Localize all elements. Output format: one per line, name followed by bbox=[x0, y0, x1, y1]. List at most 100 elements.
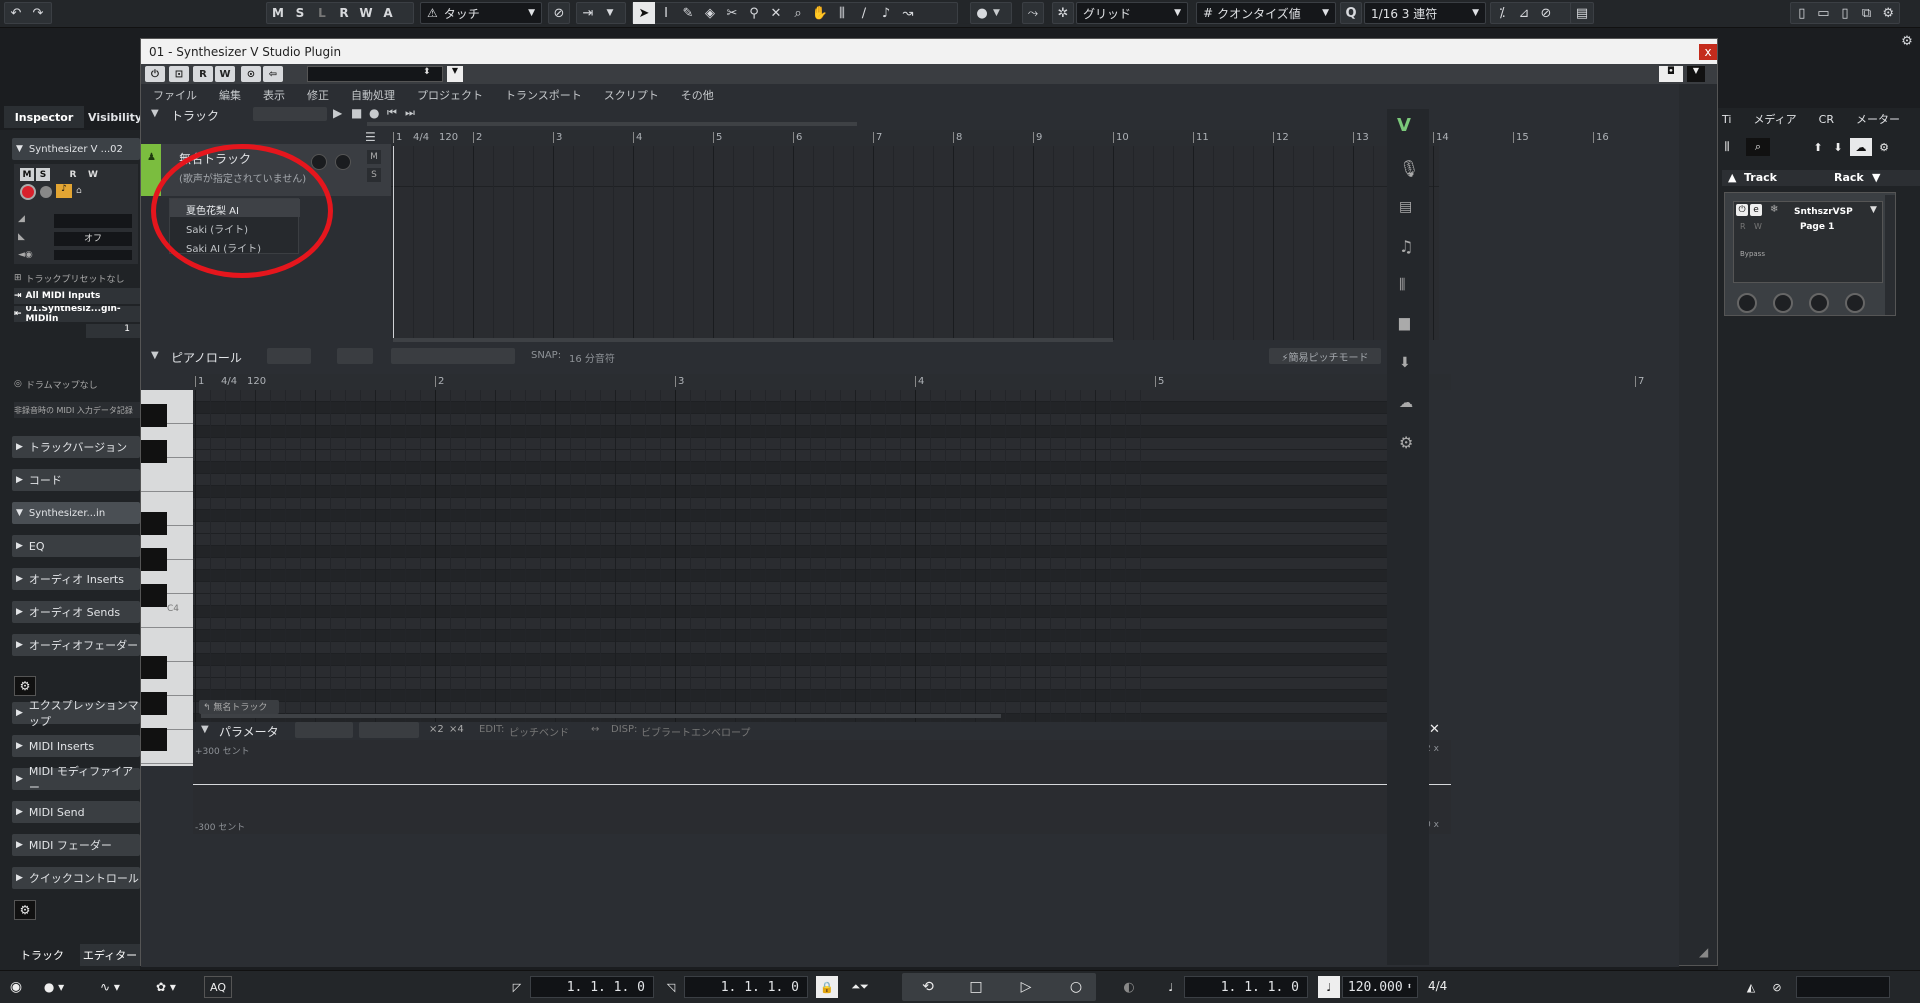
arrow-icon[interactable]: ⇦ bbox=[263, 66, 283, 82]
pan-knob[interactable] bbox=[335, 154, 351, 170]
pointer-pen-tools[interactable] bbox=[267, 348, 311, 364]
zoom-x4-button[interactable]: ×4 bbox=[449, 724, 464, 735]
tab-visibility[interactable]: Visibility bbox=[88, 106, 142, 128]
play-icon[interactable]: ▶ bbox=[333, 106, 342, 120]
preset-nav-icon[interactable]: ⬍ bbox=[423, 67, 431, 77]
chevron-down-icon[interactable]: ▼ bbox=[1870, 205, 1877, 215]
gear-icon[interactable]: ⚙ bbox=[1874, 138, 1894, 156]
automation-mode-select[interactable]: ⚠ タッチ ▼ bbox=[420, 2, 542, 24]
track-arrangement-grid[interactable] bbox=[391, 146, 1439, 340]
black-key[interactable] bbox=[141, 656, 167, 679]
black-key[interactable] bbox=[141, 728, 167, 751]
section-midi-inserts[interactable]: ▶ MIDI Inserts bbox=[12, 735, 140, 757]
read-all-button[interactable]: R bbox=[333, 2, 355, 24]
undo-icon[interactable]: ↶ bbox=[5, 2, 27, 24]
edit-value[interactable]: ピッチベンド bbox=[509, 724, 569, 739]
black-key[interactable] bbox=[141, 692, 167, 715]
reset-quantize-icon[interactable]: ⊘ bbox=[1535, 2, 1557, 24]
grid-type-select[interactable]: グリッド ▼ bbox=[1076, 2, 1188, 24]
section-midi-modifiers[interactable]: ▶ MIDI モディファイアー bbox=[12, 765, 140, 794]
collapse-icon[interactable]: ▼ bbox=[151, 350, 159, 361]
color-tool[interactable]: ● ▼ bbox=[970, 2, 1012, 24]
track-ruler[interactable]: 4/4 120 1 2 3 4 5 6 7 8 9 10 11 12 13 14 15 16 bbox=[391, 130, 1609, 146]
zoom-icon[interactable]: ⌕ bbox=[787, 2, 809, 24]
signature-display[interactable]: 4/4 bbox=[1428, 979, 1447, 993]
resize-grip-icon[interactable]: ◢ bbox=[1699, 945, 1708, 959]
stop-icon[interactable]: ■ bbox=[351, 106, 362, 120]
section-eq[interactable]: ▶ EQ bbox=[12, 535, 140, 557]
bypass-label[interactable]: Bypass bbox=[1740, 250, 1765, 258]
quantize-button[interactable]: Q bbox=[1340, 2, 1362, 24]
tab-track[interactable]: トラック bbox=[6, 944, 78, 966]
read-button[interactable]: R bbox=[193, 66, 213, 82]
tab-ti[interactable]: Ti bbox=[1722, 113, 1731, 126]
camera-icon[interactable]: ◘ bbox=[1659, 66, 1683, 82]
section-audio-inserts[interactable]: ▶ オーディオ Inserts bbox=[12, 568, 140, 590]
gear-icon[interactable]: ⚙ bbox=[14, 900, 36, 920]
mute-tool-icon[interactable]: ✕ bbox=[765, 2, 787, 24]
gear-icon[interactable]: ⚙ bbox=[14, 676, 36, 696]
cycle-icon[interactable]: ⟲ bbox=[916, 976, 940, 998]
track-scroll-bar[interactable] bbox=[367, 122, 857, 126]
track-hscroll[interactable] bbox=[393, 338, 1113, 342]
track-preset-row[interactable]: ⊞ トラックプリセットなし bbox=[14, 270, 140, 286]
tempo-display[interactable]: 120.000 ⬍ bbox=[1342, 976, 1418, 998]
menu-edit[interactable]: 編集 bbox=[219, 87, 241, 103]
punch-icon[interactable]: ⏶⏷ bbox=[840, 976, 880, 998]
read-small-icon[interactable]: R bbox=[1740, 222, 1746, 231]
menu-modify[interactable]: 修正 bbox=[307, 87, 329, 103]
rack-label[interactable]: Rack bbox=[1834, 171, 1864, 184]
search-icon[interactable]: ⌕ bbox=[1746, 138, 1770, 156]
black-key[interactable] bbox=[141, 548, 167, 571]
black-key[interactable] bbox=[141, 512, 167, 535]
gear-icon[interactable]: ⚙ bbox=[1877, 2, 1899, 24]
power-icon[interactable]: ⏻ bbox=[145, 66, 165, 82]
split-icon[interactable]: ✂ bbox=[721, 2, 743, 24]
activity-icon[interactable]: ◉ bbox=[4, 976, 28, 998]
tab-cr[interactable]: CR bbox=[1819, 113, 1834, 126]
hand-icon[interactable]: ✋ bbox=[809, 2, 831, 24]
comp-icon[interactable]: ⫼ bbox=[831, 2, 853, 24]
menu-other[interactable]: その他 bbox=[681, 87, 714, 103]
plugin-title-bar[interactable]: 01 - Synthesizer V Studio Plugin x bbox=[141, 39, 1717, 64]
tempo-track-icon[interactable]: ♩ bbox=[1318, 976, 1340, 998]
menu-icon[interactable]: ☰ bbox=[365, 130, 376, 144]
music-note-icon[interactable]: ♫ bbox=[1399, 237, 1413, 256]
render-icon[interactable]: ⬇ bbox=[1399, 355, 1411, 371]
section-quick-controls[interactable]: ▶ クイックコントロール bbox=[12, 867, 140, 889]
warp-icon[interactable]: ↝ bbox=[897, 2, 919, 24]
pan-slider[interactable]: オフ bbox=[54, 232, 132, 246]
pitch-tools[interactable] bbox=[337, 348, 373, 364]
clapper-icon[interactable]: ▤ bbox=[1399, 199, 1412, 215]
punch-in-icon[interactable]: ◐ bbox=[1116, 976, 1142, 998]
menu-project[interactable]: プロジェクト bbox=[417, 87, 483, 103]
freeze-icon[interactable]: ❄ bbox=[1770, 204, 1778, 215]
arrow-up-icon[interactable]: ⬆ bbox=[1808, 138, 1828, 156]
quick-control-knob[interactable] bbox=[1809, 293, 1829, 313]
instrument-card[interactable]: ⏻ e ❄ SnthszrVSP ▼ R W Page 1 Bypass bbox=[1733, 201, 1883, 283]
power-icon[interactable]: ⏻ bbox=[1736, 204, 1748, 216]
collapse-icon[interactable]: ▼ bbox=[151, 108, 159, 119]
library-icon[interactable]: ⫼ bbox=[1399, 277, 1405, 293]
quick-control-knob[interactable] bbox=[1845, 293, 1865, 313]
section-expression-map[interactable]: ▶ エクスプレッションマップ bbox=[12, 699, 140, 728]
edit-icon[interactable]: e bbox=[1750, 204, 1762, 216]
disp-value[interactable]: ビブラートエンベロープ bbox=[641, 724, 750, 739]
delay-slider[interactable] bbox=[54, 250, 132, 260]
pianoroll-grid[interactable] bbox=[193, 390, 1395, 722]
write-small-icon[interactable]: W bbox=[1754, 222, 1762, 231]
note-icon[interactable]: ♩ bbox=[1160, 976, 1182, 998]
menu-transport[interactable]: トランスポート bbox=[505, 87, 582, 103]
right-locator-display[interactable]: 1. 1. 1. 0 bbox=[684, 976, 808, 998]
track-mode-icons[interactable] bbox=[253, 107, 327, 121]
tab-editor[interactable]: エディター bbox=[80, 944, 140, 966]
cloud-icon[interactable]: ☁ bbox=[1850, 138, 1872, 156]
right-zone-icon[interactable]: ▯ bbox=[1834, 2, 1856, 24]
monitor-icon[interactable] bbox=[40, 186, 52, 198]
parameter-graph[interactable]: +300 セント -300 セント 2 x 0 x bbox=[193, 740, 1451, 834]
metronome-icon[interactable]: ◭ bbox=[1740, 976, 1762, 998]
piano-keyboard[interactable]: C4 bbox=[141, 390, 193, 766]
quantize-preset-select[interactable]: # クオンタイズ値 ▼ bbox=[1196, 2, 1336, 24]
tab-meter[interactable]: メーター bbox=[1856, 111, 1900, 127]
position-display[interactable]: 1. 1. 1. 0 bbox=[1184, 976, 1308, 998]
